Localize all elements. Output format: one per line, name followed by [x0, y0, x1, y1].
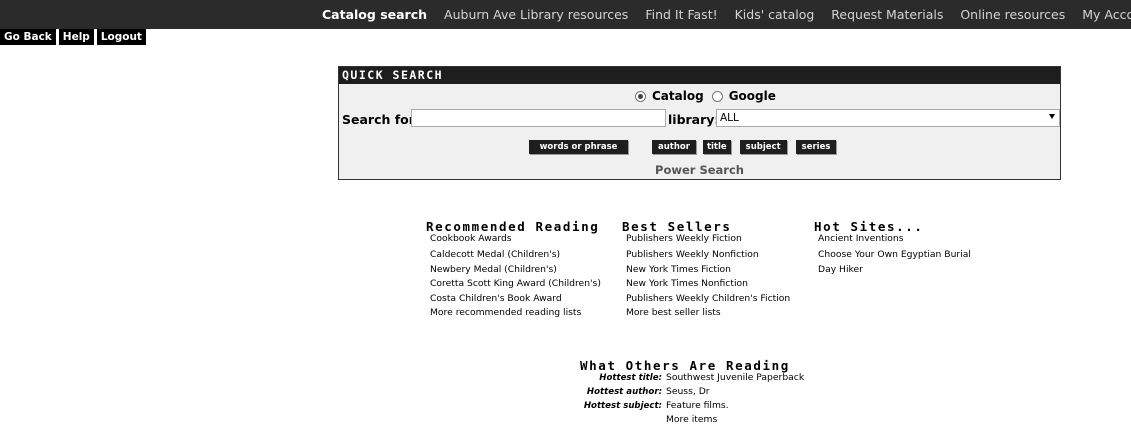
list-item[interactable]: Costa Children's Book Award — [430, 292, 601, 307]
list-item[interactable]: Day Hiker — [818, 263, 971, 278]
recommended-reading-section: Recommended Reading Cookbook Awards Cald… — [426, 220, 601, 321]
list-item[interactable]: Ancient Inventions — [818, 234, 971, 243]
what-others-reading-list: Hottest title: Southwest Juvenile Paperb… — [562, 371, 832, 427]
hottest-subject-label: Hottest subject: — [583, 401, 662, 411]
hottest-title-value[interactable]: Southwest Juvenile Paperback — [666, 371, 804, 385]
subject-button[interactable]: subject — [739, 140, 787, 154]
author-button[interactable]: author — [652, 140, 696, 154]
library-label: library: — [668, 112, 720, 127]
title-button[interactable]: title — [702, 140, 731, 154]
list-item[interactable]: Caldecott Medal (Children's) — [430, 248, 601, 263]
list-item[interactable]: New York Times Nonfiction — [626, 277, 790, 292]
utility-bar: Go Back Help Logout — [0, 29, 149, 45]
library-select[interactable]: ALL — [716, 109, 1060, 127]
quick-search-panel: QUICK SEARCH Catalog Google Search for l… — [338, 66, 1061, 180]
top-nav-bar: Catalog search Auburn Ave Library resour… — [0, 0, 1131, 29]
list-item[interactable]: Publishers Weekly Nonfiction — [626, 248, 790, 263]
nav-find-it-fast[interactable]: Find It Fast! — [645, 7, 717, 22]
nav-auburn-ave-resources[interactable]: Auburn Ave Library resources — [444, 7, 628, 22]
list-item[interactable]: Publishers Weekly Fiction — [626, 234, 790, 243]
search-target-radios: Catalog Google — [635, 89, 776, 103]
google-radio-label[interactable]: Google — [729, 89, 776, 103]
list-item[interactable]: Choose Your Own Egyptian Burial — [818, 248, 971, 263]
hot-sites-heading: Hot Sites... — [814, 219, 924, 234]
search-buttons: words or phrase author title subject ser… — [529, 140, 837, 154]
best-sellers-section: Best Sellers Publishers Weekly Fiction P… — [622, 220, 790, 321]
dropdown-arrow-icon — [1049, 114, 1055, 119]
nav-catalog-search[interactable]: Catalog search — [322, 7, 427, 22]
more-items-link[interactable]: More items — [666, 413, 717, 427]
go-back-button[interactable]: Go Back — [0, 29, 56, 45]
hottest-subject-row: Hottest subject: Feature films. — [562, 399, 832, 413]
hottest-author-value[interactable]: Seuss, Dr — [666, 385, 710, 399]
power-search-link[interactable]: Power Search — [339, 163, 1060, 177]
list-item[interactable]: More best seller lists — [626, 306, 790, 321]
list-item[interactable]: Cookbook Awards — [430, 234, 601, 243]
top-nav-links: Catalog search Auburn Ave Library resour… — [322, 4, 1131, 24]
more-items-row: More items — [562, 413, 832, 427]
nav-my-account[interactable]: My Account — [1082, 7, 1131, 22]
quick-search-title: QUICK SEARCH — [339, 67, 1060, 84]
hot-sites-section: Hot Sites... Ancient Inventions Choose Y… — [814, 220, 971, 277]
hottest-title-row: Hottest title: Southwest Juvenile Paperb… — [562, 371, 832, 385]
list-item[interactable]: More recommended reading lists — [430, 306, 601, 321]
list-item[interactable]: Coretta Scott King Award (Children's) — [430, 277, 601, 292]
nav-kids-catalog[interactable]: Kids' catalog — [735, 7, 815, 22]
recommended-reading-heading: Recommended Reading — [426, 219, 600, 234]
hottest-title-label: Hottest title: — [599, 373, 662, 383]
list-item[interactable]: New York Times Fiction — [626, 263, 790, 278]
help-button[interactable]: Help — [58, 29, 94, 45]
hottest-subject-value[interactable]: Feature films. — [666, 399, 729, 413]
what-others-reading-section: What Others Are Reading Hottest title: S… — [580, 359, 804, 425]
google-radio[interactable] — [711, 90, 723, 102]
search-for-label: Search for — [342, 112, 415, 127]
nav-online-resources[interactable]: Online resources — [960, 7, 1065, 22]
search-row: Search for library: ALL — [341, 109, 1060, 129]
hottest-author-label: Hottest author: — [586, 387, 662, 397]
nav-request-materials[interactable]: Request Materials — [831, 7, 943, 22]
catalog-radio[interactable] — [635, 90, 646, 102]
words-or-phrase-button[interactable]: words or phrase — [529, 140, 628, 154]
hottest-author-row: Hottest author: Seuss, Dr — [562, 385, 832, 399]
catalog-radio-label[interactable]: Catalog — [652, 89, 704, 103]
list-item[interactable]: Publishers Weekly Children's Fiction — [626, 292, 790, 307]
list-item[interactable]: Newbery Medal (Children's) — [430, 263, 601, 278]
library-selected-value: ALL — [720, 112, 739, 124]
best-sellers-heading: Best Sellers — [622, 219, 732, 234]
series-button[interactable]: series — [795, 140, 837, 154]
logout-button[interactable]: Logout — [96, 29, 146, 45]
search-input[interactable] — [411, 109, 666, 127]
